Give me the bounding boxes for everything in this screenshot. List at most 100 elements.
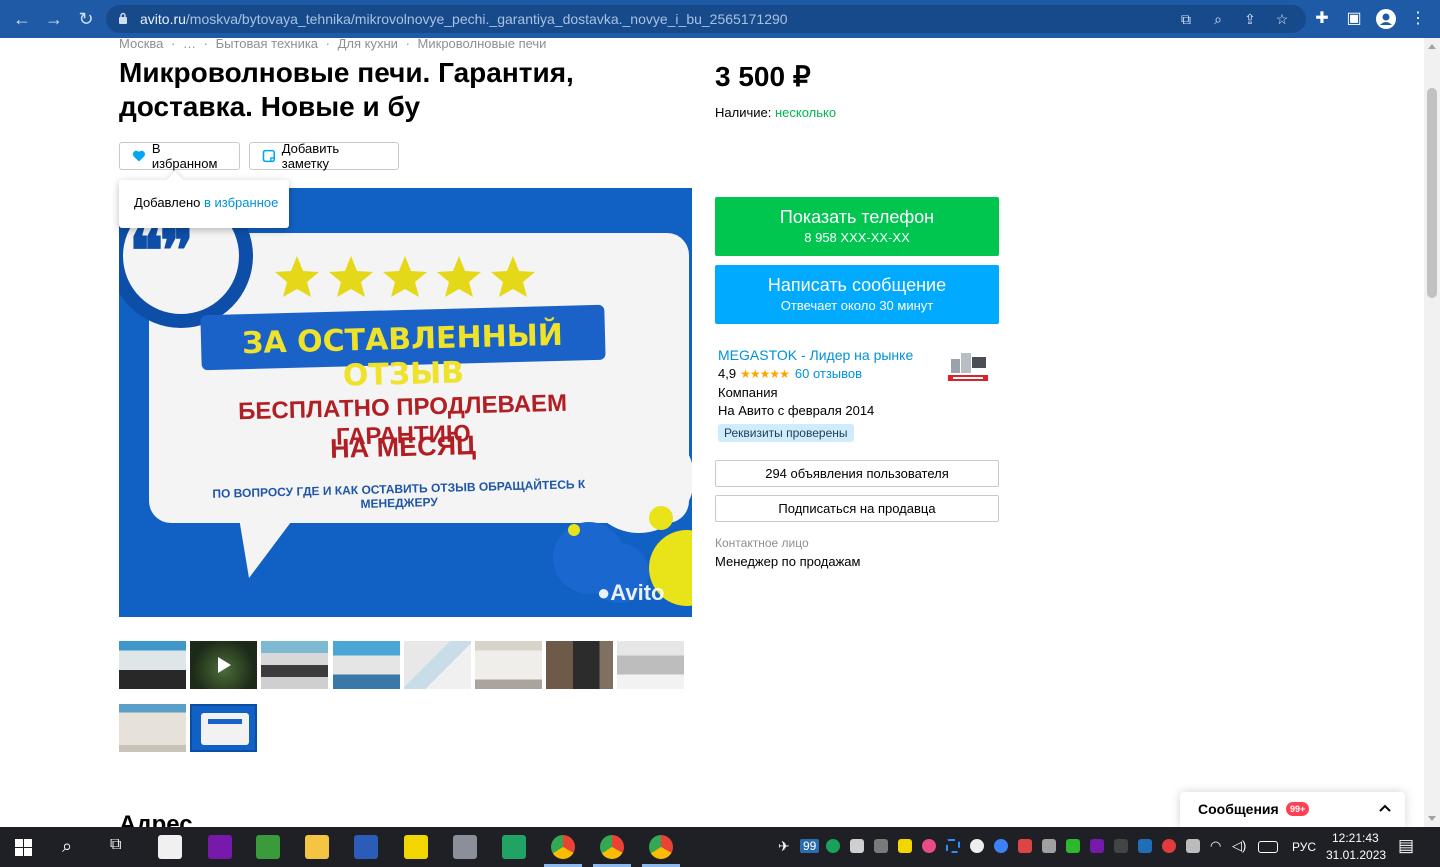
breadcrumb-item[interactable]: Микроволновые печи <box>418 38 547 51</box>
messages-panel[interactable]: Сообщения 99+ <box>1180 792 1405 827</box>
chevron-up-icon[interactable] <box>1375 798 1395 818</box>
gallery-thumbnail-active[interactable] <box>190 704 257 752</box>
file-explorer-icon[interactable] <box>305 835 329 859</box>
battery-icon[interactable] <box>1186 839 1200 853</box>
breadcrumb-sep: · <box>405 38 410 51</box>
gallery-thumbnail[interactable] <box>261 641 328 689</box>
messages-badge: 99+ <box>1286 802 1310 816</box>
telegram-badge: 99 <box>800 839 820 853</box>
keyboard-icon[interactable] <box>1258 841 1278 853</box>
onenote-icon[interactable] <box>208 835 232 859</box>
monitor-tray-icon[interactable] <box>850 839 864 853</box>
gallery-thumbnail[interactable] <box>333 641 400 689</box>
url-text: avito.ru/moskva/bytovaya_tehnika/mikrovo… <box>140 11 788 27</box>
lock-icon <box>119 12 127 24</box>
show-phone-button[interactable]: Показать телефон 8 958 XXX-XX-XX <box>715 197 999 256</box>
tray-app-icon[interactable] <box>1114 839 1128 853</box>
gallery-thumbnail[interactable] <box>617 641 684 689</box>
page-scrollbar[interactable] <box>1424 38 1440 827</box>
breadcrumb-item[interactable]: … <box>183 38 196 51</box>
notifications-icon[interactable]: ▤ <box>1398 836 1414 856</box>
tray-app-icon[interactable] <box>1066 839 1080 853</box>
clock-time[interactable]: 12:21:43 <box>1332 831 1379 845</box>
heart-icon <box>132 150 146 162</box>
profile-avatar-icon[interactable] <box>1376 9 1396 29</box>
verified-badge: Реквизиты проверены <box>718 424 854 442</box>
browser-toolbar: ← → ↻ avito.ru/moskva/bytovaya_tehnika/m… <box>0 0 1440 38</box>
avito-watermark: ●Avito <box>597 580 665 605</box>
seller-name-link[interactable]: MEGASTOK - Лидер на рынке <box>718 347 913 363</box>
note-icon <box>262 149 276 163</box>
archive-app-icon[interactable] <box>453 835 477 859</box>
chrome-icon[interactable] <box>551 835 575 859</box>
tray-app-icon[interactable] <box>1042 839 1056 853</box>
bookmark-star-icon[interactable]: ☆ <box>1274 11 1290 27</box>
gallery-thumbnail[interactable] <box>475 641 542 689</box>
side-panel-icon[interactable]: ▣ <box>1344 9 1364 29</box>
tray-app-icon[interactable] <box>1138 839 1152 853</box>
write-message-button[interactable]: Написать сообщение Отвечает около 30 мин… <box>715 265 999 324</box>
reload-icon[interactable]: ↻ <box>76 9 96 29</box>
promo-line-1: ЗА ОСТАВЛЕННЫЙ ОТЗЫВ <box>241 317 564 394</box>
sticky-tray-icon[interactable] <box>898 839 912 853</box>
word-icon[interactable] <box>354 835 378 859</box>
sticky-notes-icon[interactable] <box>404 835 428 859</box>
tray-app-icon[interactable] <box>994 839 1008 853</box>
sheets-icon[interactable] <box>502 835 526 859</box>
seller-type: Компания <box>718 385 778 400</box>
breadcrumb: Москва · … · Бытовая техника · Для кухни… <box>119 38 550 51</box>
tray-app-icon[interactable] <box>1018 839 1032 853</box>
rating-stars-icon: ★★★★★ <box>740 366 790 381</box>
breadcrumb-item[interactable]: Москва <box>119 38 163 51</box>
price: 3 500 ₽ <box>715 61 811 92</box>
language-indicator[interactable]: РУС <box>1292 840 1316 854</box>
favorites-link[interactable]: в избранное <box>204 195 278 210</box>
favorite-button[interactable]: В избранном <box>119 141 240 171</box>
security-tray-icon[interactable] <box>826 839 840 853</box>
video-thumbnail[interactable] <box>190 641 257 689</box>
tray-app-icon[interactable] <box>1162 839 1176 853</box>
notes-app-icon[interactable] <box>158 835 182 859</box>
gallery-thumbnail[interactable] <box>546 641 613 689</box>
tray-app-icon[interactable] <box>922 839 936 853</box>
windows-start-icon[interactable] <box>15 839 32 856</box>
snip-tray-icon[interactable] <box>946 839 960 853</box>
translate-icon[interactable]: ⧉ <box>1178 11 1194 27</box>
search-icon[interactable]: ⌕ <box>62 836 72 857</box>
contact-label: Контактное лицо <box>715 536 809 550</box>
volume-icon[interactable]: ◁) <box>1232 838 1246 854</box>
scrollbar-thumb[interactable] <box>1427 88 1437 298</box>
menu-kebab-icon[interactable]: ⋮ <box>1408 9 1428 29</box>
breadcrumb-item[interactable]: Для кухни <box>338 38 398 51</box>
zoom-icon[interactable]: ⌕ <box>1210 11 1226 27</box>
scroll-down-icon[interactable] <box>1428 816 1436 821</box>
extensions-icon[interactable]: ✚ <box>1312 9 1332 29</box>
chrome-icon[interactable] <box>649 835 673 859</box>
chrome-icon[interactable] <box>600 835 624 859</box>
address-bar[interactable]: avito.ru/moskva/bytovaya_tehnika/mikrovo… <box>106 5 1306 33</box>
main-photo[interactable]: ❝❞ ЗА ОСТАВЛЕННЫЙ ОТЗЫВ БЕСПЛАТНО ПРОДЛЕ… <box>119 188 692 617</box>
clock-date[interactable]: 31.01.2023 <box>1326 848 1386 862</box>
add-note-button[interactable]: Добавить заметку <box>249 141 399 171</box>
windows-taskbar: ⌕ ⧉ ✈ 99 ◠ ◁) РУС 12:21:43 31.01.2023 ▤ <box>0 827 1440 867</box>
page-title: Микроволновые печи. Гарантия, доставка. … <box>119 57 574 122</box>
map-thumbnail[interactable] <box>404 641 471 689</box>
subscribe-seller-button[interactable]: Подписаться на продавца <box>715 495 999 522</box>
tray-app-icon[interactable] <box>874 839 888 853</box>
scroll-up-icon[interactable] <box>1428 44 1436 49</box>
gallery-thumbnail[interactable] <box>119 641 186 689</box>
breadcrumb-item[interactable]: Бытовая техника <box>216 38 318 51</box>
task-view-icon[interactable]: ⧉ <box>110 836 121 854</box>
wifi-icon[interactable]: ◠ <box>1210 838 1221 854</box>
tray-app-icon[interactable] <box>970 839 984 853</box>
telegram-icon[interactable]: ✈ <box>778 838 790 855</box>
reviews-link[interactable]: 60 отзывов <box>795 366 862 381</box>
seller-listings-button[interactable]: 294 объявления пользователя <box>715 460 999 487</box>
seller-logo[interactable] <box>945 351 991 385</box>
gallery-thumbnail[interactable] <box>119 704 186 752</box>
back-arrow-icon[interactable]: ← <box>12 9 32 29</box>
spreadsheet-app-icon[interactable] <box>256 835 280 859</box>
share-icon[interactable]: ⇪ <box>1242 11 1258 27</box>
forward-arrow-icon[interactable]: → <box>44 9 64 29</box>
onenote-tray-icon[interactable] <box>1090 839 1104 853</box>
